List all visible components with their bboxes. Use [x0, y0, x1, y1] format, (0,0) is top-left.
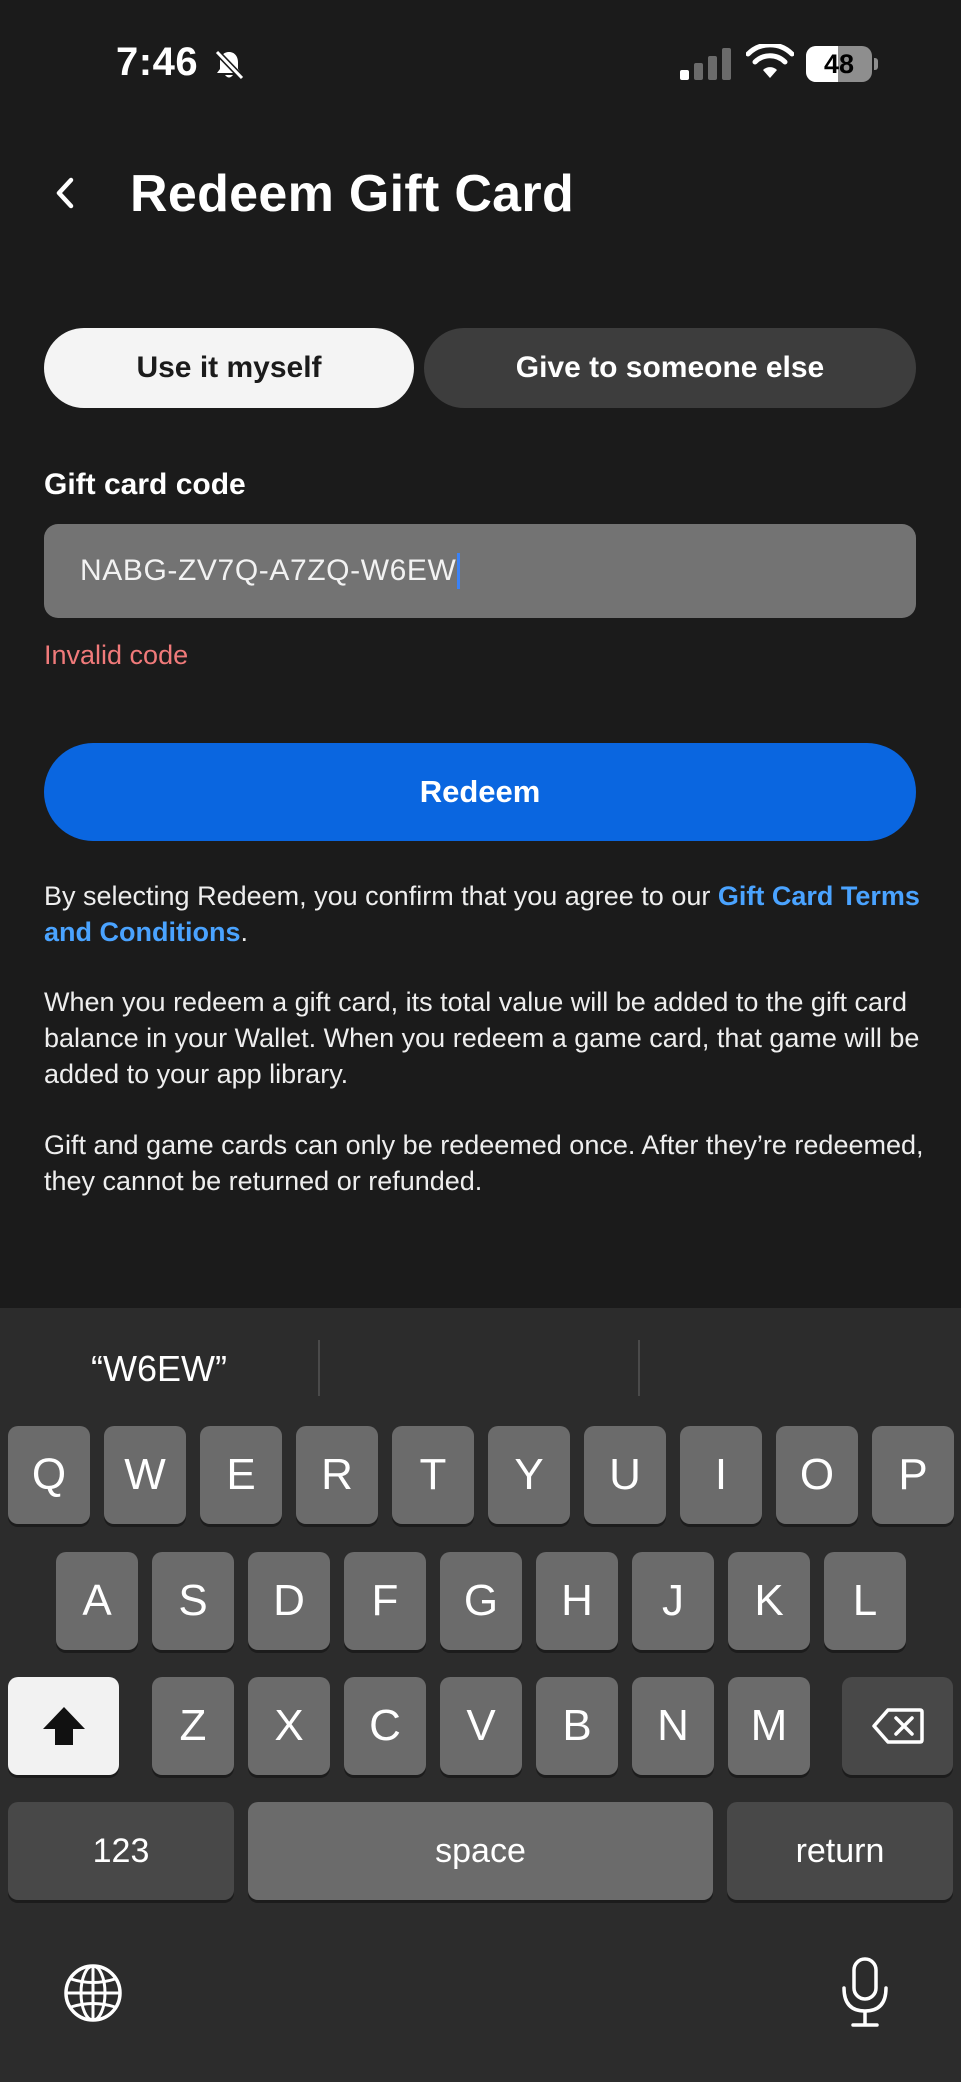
key-v[interactable]: V [440, 1677, 522, 1775]
terms-notice: By selecting Redeem, you confirm that yo… [44, 878, 924, 950]
key-a[interactable]: A [56, 1552, 138, 1650]
key-i[interactable]: I [680, 1426, 762, 1524]
text-caret [457, 553, 461, 589]
shift-icon [42, 1707, 85, 1745]
gift-card-code-value: NABG-ZV7Q-A7ZQ-W6EW [80, 554, 457, 587]
keyboard: “W6EW” QWERTYUIOP ASDFGHJKL ZXCVBNM 123 … [0, 1308, 961, 2082]
microphone-icon[interactable] [838, 1956, 892, 2030]
key-h[interactable]: H [536, 1552, 618, 1650]
suggestion-divider [638, 1340, 640, 1396]
key-l[interactable]: L [824, 1552, 906, 1650]
key-t[interactable]: T [392, 1426, 474, 1524]
key-o[interactable]: O [776, 1426, 858, 1524]
page-title: Redeem Gift Card [130, 165, 575, 223]
key-r[interactable]: R [296, 1426, 378, 1524]
backspace-icon [871, 1708, 924, 1744]
key-c[interactable]: C [344, 1677, 426, 1775]
key-e[interactable]: E [200, 1426, 282, 1524]
suggestion-divider [318, 1340, 320, 1396]
keyboard-suggestion[interactable]: “W6EW” [44, 1334, 274, 1404]
redeem-button[interactable]: Redeem [44, 743, 916, 841]
key-p[interactable]: P [872, 1426, 954, 1524]
delete-key[interactable] [842, 1677, 953, 1775]
gift-card-code-label: Gift card code [44, 468, 246, 501]
battery-level: 48 [823, 49, 855, 79]
numbers-key[interactable]: 123 [8, 1802, 234, 1900]
back-button[interactable] [40, 168, 90, 218]
invalid-code-error: Invalid code [44, 640, 189, 670]
cellular-signal-icon [680, 48, 731, 80]
redeem-gift-card-screen: 7:46 48 Redeem Gift Card Use it myself G… [0, 0, 961, 2082]
key-z[interactable]: Z [152, 1677, 234, 1775]
bell-slash-icon [214, 49, 245, 81]
battery-tip [874, 58, 878, 70]
key-y[interactable]: Y [488, 1426, 570, 1524]
key-w[interactable]: W [104, 1426, 186, 1524]
space-key[interactable]: space [248, 1802, 713, 1900]
status-time: 7:46 [116, 40, 199, 84]
key-g[interactable]: G [440, 1552, 522, 1650]
key-j[interactable]: J [632, 1552, 714, 1650]
redeem-info-paragraph: When you redeem a gift card, its total v… [44, 987, 920, 1089]
wifi-icon [746, 44, 794, 78]
key-q[interactable]: Q [8, 1426, 90, 1524]
key-d[interactable]: D [248, 1552, 330, 1650]
return-key[interactable]: return [727, 1802, 953, 1900]
key-s[interactable]: S [152, 1552, 234, 1650]
key-f[interactable]: F [344, 1552, 426, 1650]
give-to-someone-else-tab[interactable]: Give to someone else [424, 328, 916, 408]
use-it-myself-tab[interactable]: Use it myself [44, 328, 414, 408]
redeem-once-paragraph: Gift and game cards can only be redeemed… [44, 1130, 924, 1196]
battery-indicator: 48 [806, 46, 878, 82]
terms-notice-end: . [240, 917, 248, 947]
key-n[interactable]: N [632, 1677, 714, 1775]
shift-key[interactable] [8, 1677, 119, 1775]
key-k[interactable]: K [728, 1552, 810, 1650]
key-b[interactable]: B [536, 1677, 618, 1775]
chevron-left-icon [56, 177, 74, 209]
gift-card-code-input[interactable]: NABG-ZV7Q-A7ZQ-W6EW [44, 524, 916, 618]
globe-icon[interactable] [62, 1962, 124, 2024]
battery-body: 48 [806, 46, 872, 82]
key-m[interactable]: M [728, 1677, 810, 1775]
terms-notice-text: By selecting Redeem, you confirm that yo… [44, 881, 718, 911]
key-x[interactable]: X [248, 1677, 330, 1775]
key-u[interactable]: U [584, 1426, 666, 1524]
